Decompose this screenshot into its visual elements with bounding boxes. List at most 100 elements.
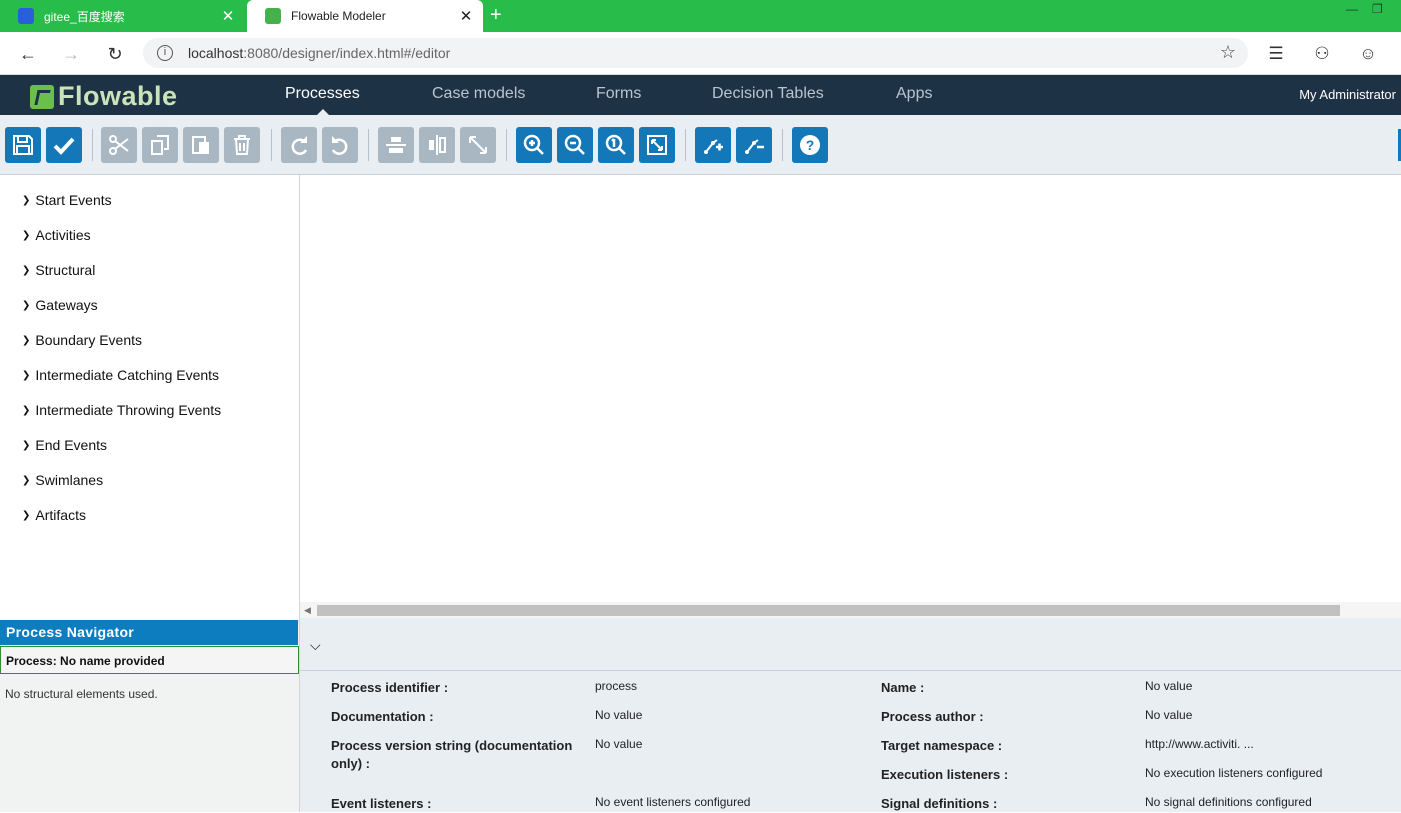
nav-apps[interactable]: Apps xyxy=(896,85,932,103)
reload-icon[interactable]: ↻ xyxy=(101,40,129,68)
prop-value-process-author[interactable]: No value xyxy=(1145,708,1192,722)
help-icon: ? xyxy=(800,135,820,155)
tab-close-icon[interactable]: ✕ xyxy=(459,7,473,25)
prop-value-documentation[interactable]: No value xyxy=(595,708,642,722)
flowable-logo[interactable]: Flowable xyxy=(30,81,178,112)
save-button[interactable] xyxy=(5,127,41,163)
prop-label-process-author: Process author : xyxy=(881,709,984,724)
palette-group-swimlanes[interactable]: ❯ Swimlanes xyxy=(22,472,103,488)
prop-value-event-listeners[interactable]: No event listeners configured xyxy=(595,795,750,809)
scissors-icon xyxy=(109,135,129,155)
prop-value-process-identifier[interactable]: process xyxy=(595,679,637,693)
delete-button[interactable] xyxy=(224,127,260,163)
prop-value-signal-definitions[interactable]: No signal definitions configured xyxy=(1145,795,1312,809)
browser-tabstrip: gitee_百度搜索 ✕ Flowable Modeler ✕ + — ❐ xyxy=(0,0,1401,32)
restore-icon[interactable]: ❐ xyxy=(1372,2,1383,16)
prop-value-process-version[interactable]: No value xyxy=(595,737,642,751)
browser-tab-baidu[interactable]: gitee_百度搜索 ✕ xyxy=(0,0,245,32)
shape-palette: ❯ Start Events ❯ Activities ❯ Structural ❯ G… xyxy=(0,175,300,620)
paste-icon xyxy=(192,136,209,154)
zoom-in-button[interactable] xyxy=(516,127,552,163)
feedback-smiley-icon[interactable]: ☺ xyxy=(1354,40,1382,68)
nav-processes[interactable]: Processes xyxy=(285,85,360,103)
toolbar-separator xyxy=(368,129,369,161)
align-horizontal-button[interactable] xyxy=(378,127,414,163)
scroll-left-icon[interactable]: ◀ xyxy=(304,605,311,616)
minimize-icon[interactable]: — xyxy=(1346,2,1358,16)
palette-group-label: Intermediate Catching Events xyxy=(35,367,220,383)
site-info-icon[interactable]: i xyxy=(157,45,173,61)
chevron-right-icon: ❯ xyxy=(22,264,31,276)
same-size-button[interactable] xyxy=(460,127,496,163)
url-text[interactable]: localhost:8080/designer/index.html#/edit… xyxy=(188,45,450,61)
align-vertical-button[interactable] xyxy=(419,127,455,163)
prop-value-name[interactable]: No value xyxy=(1145,679,1192,693)
palette-group-label: Boundary Events xyxy=(35,332,143,348)
zoom-actual-button[interactable] xyxy=(598,127,634,163)
palette-group-artifacts[interactable]: ❯ Artifacts xyxy=(22,507,86,523)
browser-tab-flowable[interactable]: Flowable Modeler ✕ xyxy=(247,0,483,32)
user-menu[interactable]: My Administrator xyxy=(1299,87,1396,102)
url-path: :8080/designer/index.html#/editor xyxy=(243,45,451,61)
remove-bendpoint-icon xyxy=(745,139,764,154)
favorites-icon[interactable]: ☰ xyxy=(1262,40,1290,68)
forward-icon[interactable]: → xyxy=(57,40,85,68)
back-icon[interactable]: ← xyxy=(14,40,42,68)
paste-button[interactable] xyxy=(183,127,219,163)
palette-group-end-events[interactable]: ❯ End Events xyxy=(22,437,107,453)
palette-group-start-events[interactable]: ❯ Start Events xyxy=(22,192,112,208)
chevron-right-icon: ❯ xyxy=(22,299,31,311)
copy-button[interactable] xyxy=(142,127,178,163)
nav-decision-tables[interactable]: Decision Tables xyxy=(712,85,824,103)
cut-button[interactable] xyxy=(101,127,137,163)
app-header: Flowable Processes Case models Forms Dec… xyxy=(0,75,1401,115)
validate-button[interactable] xyxy=(46,127,82,163)
brand-name: Flowable xyxy=(58,81,178,111)
chevron-right-icon: ❯ xyxy=(22,334,31,346)
prop-value-target-namespace[interactable]: http://www.activiti. ... xyxy=(1145,737,1254,751)
chevron-right-icon: ❯ xyxy=(22,404,31,416)
collapse-properties-chevron-icon[interactable]: ⌵ xyxy=(310,637,321,654)
palette-group-activities[interactable]: ❯ Activities xyxy=(22,227,91,243)
address-bar[interactable]: i localhost:8080/designer/index.html#/ed… xyxy=(143,38,1248,68)
chevron-right-icon: ❯ xyxy=(22,509,31,521)
navigator-process-item[interactable]: Process: No name provided xyxy=(0,646,299,674)
palette-group-label: Activities xyxy=(35,227,91,243)
prop-label-event-listeners: Event listeners : xyxy=(331,796,432,811)
scrollbar-thumb[interactable] xyxy=(317,605,1340,616)
add-bendpoint-button[interactable] xyxy=(695,127,731,163)
palette-group-structural[interactable]: ❯ Structural xyxy=(22,262,95,278)
profile-icon[interactable]: ⚇ xyxy=(1308,40,1336,68)
canvas-horizontal-scrollbar[interactable]: ◀ xyxy=(300,602,1401,618)
new-tab-icon[interactable]: + xyxy=(490,4,502,27)
bookmark-star-icon[interactable]: ☆ xyxy=(1220,42,1236,63)
editor-toolbar: ? xyxy=(0,115,1401,175)
prop-value-execution-listeners[interactable]: No execution listeners configured xyxy=(1145,766,1322,780)
palette-group-label: End Events xyxy=(35,437,107,453)
help-button[interactable]: ? xyxy=(792,127,828,163)
palette-group-boundary-events[interactable]: ❯ Boundary Events xyxy=(22,332,142,348)
redo-icon xyxy=(291,136,308,155)
redo-button[interactable] xyxy=(281,127,317,163)
prop-label-documentation: Documentation : xyxy=(331,709,434,724)
zoom-fit-button[interactable] xyxy=(639,127,675,163)
copy-icon xyxy=(151,135,169,155)
resize-icon xyxy=(469,136,487,154)
browser-toolbar: ← → ↻ i localhost:8080/designer/index.ht… xyxy=(0,32,1401,75)
palette-group-label: Start Events xyxy=(35,192,112,208)
nav-forms[interactable]: Forms xyxy=(596,85,641,103)
properties-divider xyxy=(300,670,1401,671)
prop-label-name: Name : xyxy=(881,680,925,695)
palette-group-gateways[interactable]: ❯ Gateways xyxy=(22,297,98,313)
undo-button[interactable] xyxy=(322,127,358,163)
remove-bendpoint-button[interactable] xyxy=(736,127,772,163)
zoom-out-button[interactable] xyxy=(557,127,593,163)
zoom-in-icon xyxy=(523,134,544,155)
nav-case-models[interactable]: Case models xyxy=(432,85,525,103)
tab-close-icon[interactable]: ✕ xyxy=(221,7,235,25)
palette-group-intermediate-throwing-events[interactable]: ❯ Intermediate Throwing Events xyxy=(22,402,221,418)
diagram-canvas[interactable] xyxy=(300,175,1401,605)
palette-group-intermediate-catching-events[interactable]: ❯ Intermediate Catching Events xyxy=(22,367,219,383)
chevron-right-icon: ❯ xyxy=(22,194,31,206)
align-horizontal-icon xyxy=(386,137,406,153)
